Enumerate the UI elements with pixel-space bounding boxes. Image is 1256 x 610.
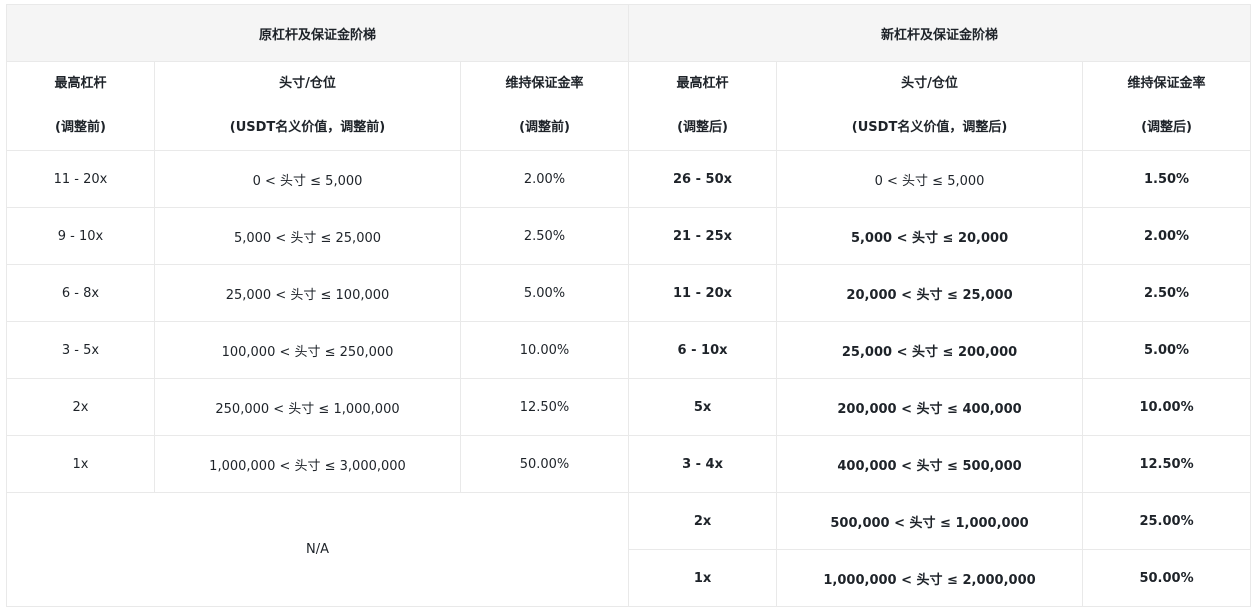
header-line: 最高杠杆 bbox=[676, 76, 729, 91]
old-position-cell: 250,000 < 头寸 ≤ 1,000,000 bbox=[154, 378, 461, 436]
new-position-cell: 0 < 头寸 ≤ 5,000 bbox=[776, 150, 1084, 208]
new-position-cell: 500,000 < 头寸 ≤ 1,000,000 bbox=[776, 492, 1084, 550]
old-margin-cell: 5.00% bbox=[459, 264, 630, 322]
old-position-cell: 100,000 < 头寸 ≤ 250,000 bbox=[154, 321, 461, 379]
leverage-margin-table-container: 原杠杆及保证金阶梯 新杠杆及保证金阶梯 最高杠杆 (调整前) 头寸/仓位 (US… bbox=[5, 4, 1252, 607]
header-line: (调整前) bbox=[519, 120, 570, 135]
new-position-cell: 5,000 < 头寸 ≤ 20,000 bbox=[776, 207, 1084, 265]
new-position-header: 头寸/仓位 (USDT名义价值，调整后) bbox=[776, 61, 1084, 151]
new-position-cell: 200,000 < 头寸 ≤ 400,000 bbox=[776, 378, 1084, 436]
header-line: (调整后) bbox=[677, 120, 728, 135]
old-position-cell: 1,000,000 < 头寸 ≤ 3,000,000 bbox=[154, 435, 461, 493]
new-leverage-cell: 1x bbox=[628, 549, 778, 607]
old-leverage-cell: 3 - 5x bbox=[6, 321, 155, 379]
new-leverage-cell: 2x bbox=[628, 492, 778, 550]
header-line: (调整后) bbox=[1141, 120, 1192, 135]
new-leverage-cell: 5x bbox=[628, 378, 778, 436]
new-leverage-cell: 26 - 50x bbox=[628, 150, 778, 208]
old-na-cell: N/A bbox=[5, 492, 630, 607]
old-margin-header: 维持保证金率 (调整前) bbox=[459, 61, 630, 151]
old-position-cell: 5,000 < 头寸 ≤ 25,000 bbox=[154, 207, 461, 265]
old-margin-cell: 2.50% bbox=[459, 207, 630, 265]
new-margin-cell: 2.50% bbox=[1082, 264, 1252, 322]
header-line: 维持保证金率 bbox=[1127, 76, 1206, 91]
new-margin-cell: 25.00% bbox=[1082, 492, 1252, 550]
new-tier-group-header: 新杠杆及保证金阶梯 bbox=[628, 4, 1252, 62]
new-position-cell: 1,000,000 < 头寸 ≤ 2,000,000 bbox=[776, 549, 1084, 607]
new-position-cell: 400,000 < 头寸 ≤ 500,000 bbox=[776, 435, 1084, 493]
new-leverage-header: 最高杠杆 (调整后) bbox=[628, 61, 778, 151]
new-leverage-cell: 21 - 25x bbox=[628, 207, 778, 265]
old-leverage-header: 最高杠杆 (调整前) bbox=[6, 61, 155, 151]
new-margin-cell: 10.00% bbox=[1082, 378, 1252, 436]
old-position-cell: 25,000 < 头寸 ≤ 100,000 bbox=[154, 264, 461, 322]
old-leverage-cell: 6 - 8x bbox=[6, 264, 155, 322]
old-margin-cell: 50.00% bbox=[459, 435, 630, 493]
old-leverage-cell: 9 - 10x bbox=[6, 207, 155, 265]
header-line: 头寸/仓位 bbox=[901, 76, 958, 91]
group-header-row: 原杠杆及保证金阶梯 新杠杆及保证金阶梯 bbox=[5, 4, 1252, 62]
table-row: 9 - 10x 5,000 < 头寸 ≤ 25,000 2.50% 21 - 2… bbox=[6, 207, 1252, 265]
table-row: N/A 2x 500,000 < 头寸 ≤ 1,000,000 25.00% bbox=[5, 492, 1252, 607]
leverage-margin-table: 原杠杆及保证金阶梯 新杠杆及保证金阶梯 最高杠杆 (调整前) 头寸/仓位 (US… bbox=[5, 4, 1252, 607]
header-line: 头寸/仓位 bbox=[279, 76, 336, 91]
table-row: 2x 250,000 < 头寸 ≤ 1,000,000 12.50% 5x 20… bbox=[6, 378, 1252, 436]
header-line: 维持保证金率 bbox=[505, 76, 584, 91]
table-row: 11 - 20x 0 < 头寸 ≤ 5,000 2.00% 26 - 50x 0… bbox=[6, 150, 1252, 208]
column-header-row: 最高杠杆 (调整前) 头寸/仓位 (USDT名义价值，调整前) 维持保证金率 (… bbox=[6, 61, 1252, 151]
new-leverage-cell: 11 - 20x bbox=[628, 264, 778, 322]
old-tier-group-header: 原杠杆及保证金阶梯 bbox=[5, 4, 630, 62]
old-margin-cell: 12.50% bbox=[459, 378, 630, 436]
header-line: (调整前) bbox=[55, 120, 106, 135]
old-margin-cell: 10.00% bbox=[459, 321, 630, 379]
new-margin-header: 维持保证金率 (调整后) bbox=[1082, 61, 1252, 151]
header-line: (USDT名义价值，调整前) bbox=[229, 120, 386, 135]
header-line: 最高杠杆 bbox=[54, 76, 107, 91]
old-margin-cell: 2.00% bbox=[459, 150, 630, 208]
new-margin-cell: 5.00% bbox=[1082, 321, 1252, 379]
old-leverage-cell: 1x bbox=[6, 435, 155, 493]
table-row: 1x 1,000,000 < 头寸 ≤ 3,000,000 50.00% 3 -… bbox=[6, 435, 1252, 493]
table-row: 6 - 8x 25,000 < 头寸 ≤ 100,000 5.00% 11 - … bbox=[6, 264, 1252, 322]
old-leverage-cell: 2x bbox=[6, 378, 155, 436]
table-row: 3 - 5x 100,000 < 头寸 ≤ 250,000 10.00% 6 -… bbox=[6, 321, 1252, 379]
new-position-cell: 25,000 < 头寸 ≤ 200,000 bbox=[776, 321, 1084, 379]
new-position-cell: 20,000 < 头寸 ≤ 25,000 bbox=[776, 264, 1084, 322]
new-margin-cell: 50.00% bbox=[1082, 549, 1252, 607]
old-position-header: 头寸/仓位 (USDT名义价值，调整前) bbox=[154, 61, 461, 151]
new-margin-cell: 2.00% bbox=[1082, 207, 1252, 265]
old-position-cell: 0 < 头寸 ≤ 5,000 bbox=[154, 150, 461, 208]
new-leverage-cell: 6 - 10x bbox=[628, 321, 778, 379]
new-leverage-cell: 3 - 4x bbox=[628, 435, 778, 493]
new-margin-cell: 12.50% bbox=[1082, 435, 1252, 493]
header-line: (USDT名义价值，调整后) bbox=[851, 120, 1008, 135]
old-leverage-cell: 11 - 20x bbox=[6, 150, 155, 208]
new-margin-cell: 1.50% bbox=[1082, 150, 1252, 208]
